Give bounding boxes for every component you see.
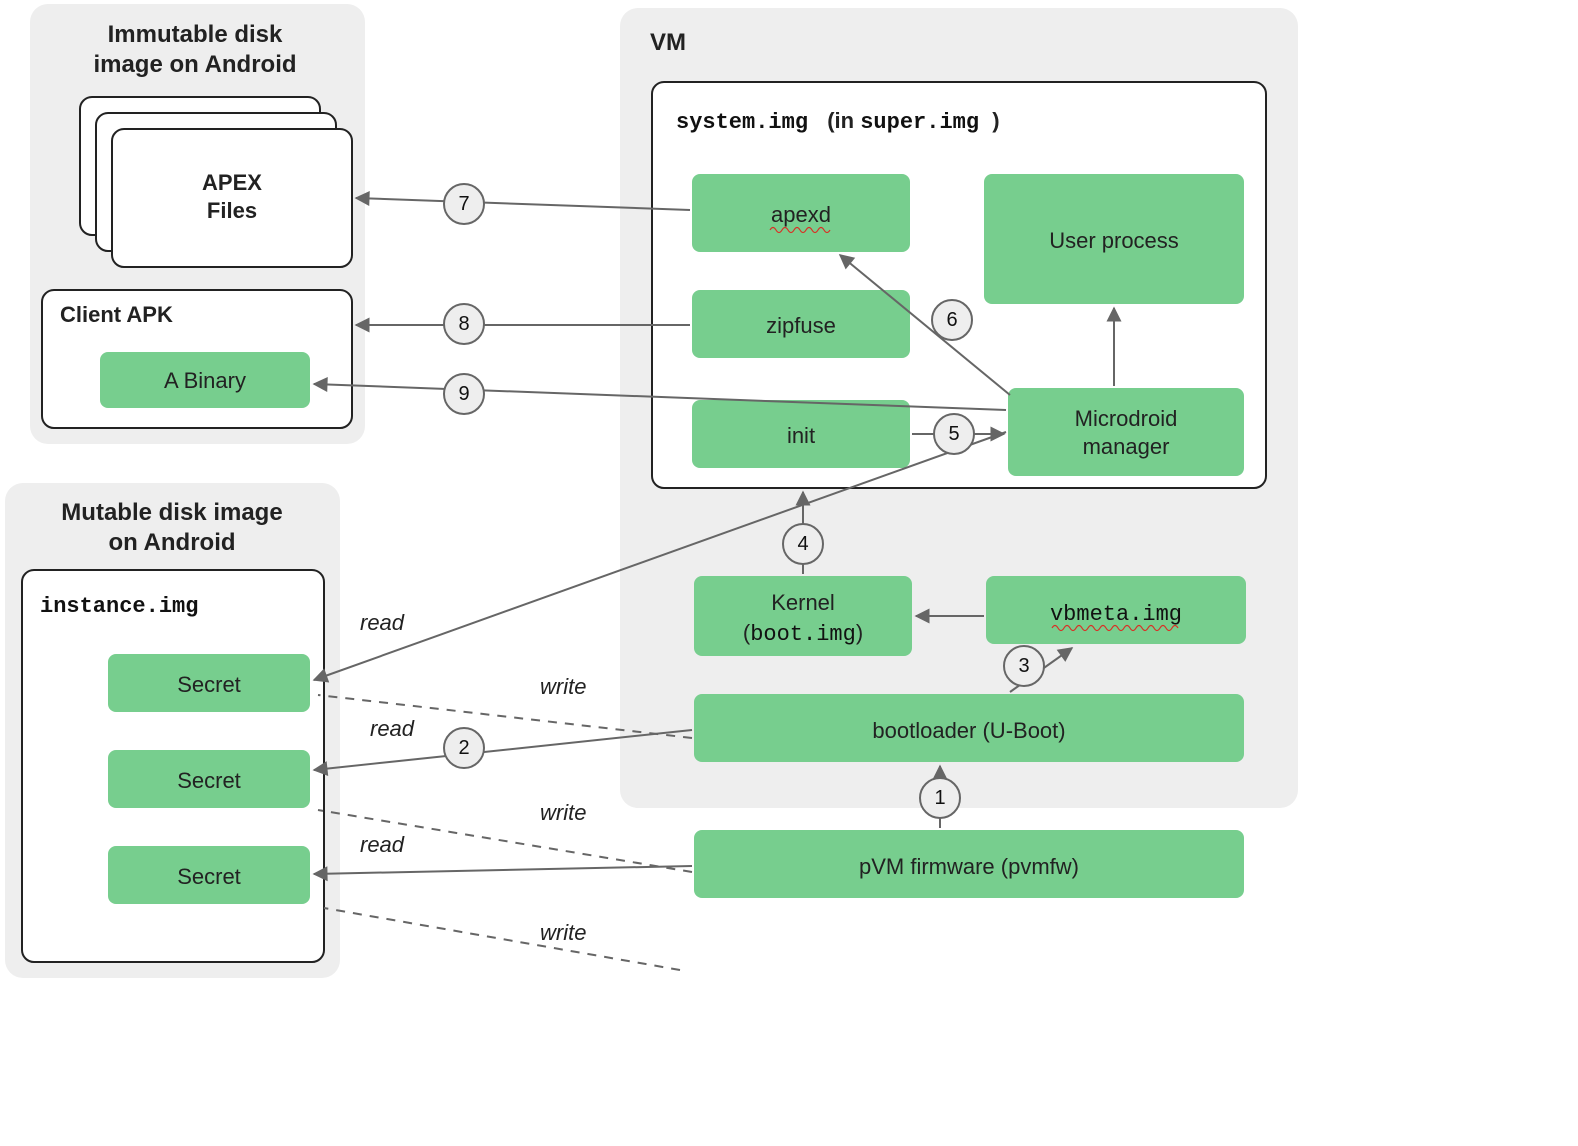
user-process-label: User process [1049, 228, 1179, 253]
apex-label-l2: Files [207, 198, 257, 223]
arrow-pvmfw-read [314, 866, 692, 874]
mutable-title-l2: on Android [108, 529, 235, 556]
read-pvmfw: read [360, 832, 405, 857]
badge-9: 9 [444, 374, 484, 414]
microdroid-l1: Microdroid [1075, 406, 1178, 431]
svg-text:1: 1 [934, 787, 945, 809]
secret-1-label: Secret [177, 672, 241, 697]
microdroid-chip [1008, 388, 1244, 476]
kernel-l2b: boot.img [750, 622, 856, 647]
write-bootloader: write [540, 674, 586, 699]
svg-text:4: 4 [797, 533, 808, 555]
mutable-title-l1: Mutable disk image [61, 499, 282, 526]
secret-2-label: Secret [177, 768, 241, 793]
svg-text:9: 9 [458, 383, 469, 405]
badge-1: 1 [920, 778, 960, 818]
system-img-b: (in [827, 108, 860, 133]
a-binary-label: A Binary [164, 368, 246, 393]
badge-8: 8 [444, 304, 484, 344]
badge-5: 5 [934, 414, 974, 454]
badge-4: 4 [783, 524, 823, 564]
kernel-l2c: ) [856, 620, 863, 645]
secret-3-label: Secret [177, 864, 241, 889]
svg-text:6: 6 [946, 309, 957, 331]
init-label: init [787, 423, 815, 448]
kernel-l1: Kernel [771, 590, 835, 615]
immutable-title-l2: image on Android [93, 51, 296, 78]
client-apk-label: Client APK [60, 302, 173, 327]
microdroid-l2: manager [1083, 434, 1170, 459]
system-img-c: super.img [860, 110, 979, 135]
svg-text:8: 8 [458, 313, 469, 335]
svg-text:5: 5 [948, 423, 959, 445]
system-img-label: system.img (in super.img ) [676, 108, 1000, 135]
write-pvmfw-upper: write [540, 800, 586, 825]
bootloader-label: bootloader (U-Boot) [872, 718, 1065, 743]
zipfuse-label: zipfuse [766, 313, 836, 338]
svg-text:3: 3 [1018, 655, 1029, 677]
badge-7: 7 [444, 184, 484, 224]
apex-label-l1: APEX [202, 170, 262, 195]
vm-title: VM [650, 29, 686, 56]
badge-3: 3 [1004, 646, 1044, 686]
read-2: read [370, 716, 415, 741]
write-lower: write [540, 920, 586, 945]
vbmeta-label: vbmeta.img [1050, 602, 1182, 627]
svg-text:7: 7 [458, 193, 469, 215]
dash-lower-write [324, 908, 680, 970]
apexd-label: apexd [771, 202, 831, 227]
pvmfw-label: pVM firmware (pvmfw) [859, 854, 1079, 879]
kernel-l2: (boot.img) [743, 620, 863, 647]
immutable-title-l1: Immutable disk [108, 21, 283, 48]
badge-6: 6 [932, 300, 972, 340]
read-top: read [360, 610, 405, 635]
badge-2: 2 [444, 728, 484, 768]
instance-img-label: instance.img [40, 594, 198, 619]
system-img-d: ) [992, 108, 999, 133]
svg-text:2: 2 [458, 737, 469, 759]
system-img-a: system.img [676, 110, 808, 135]
diagram-canvas: Immutable disk image on Android APEX Fil… [0, 0, 1578, 1146]
